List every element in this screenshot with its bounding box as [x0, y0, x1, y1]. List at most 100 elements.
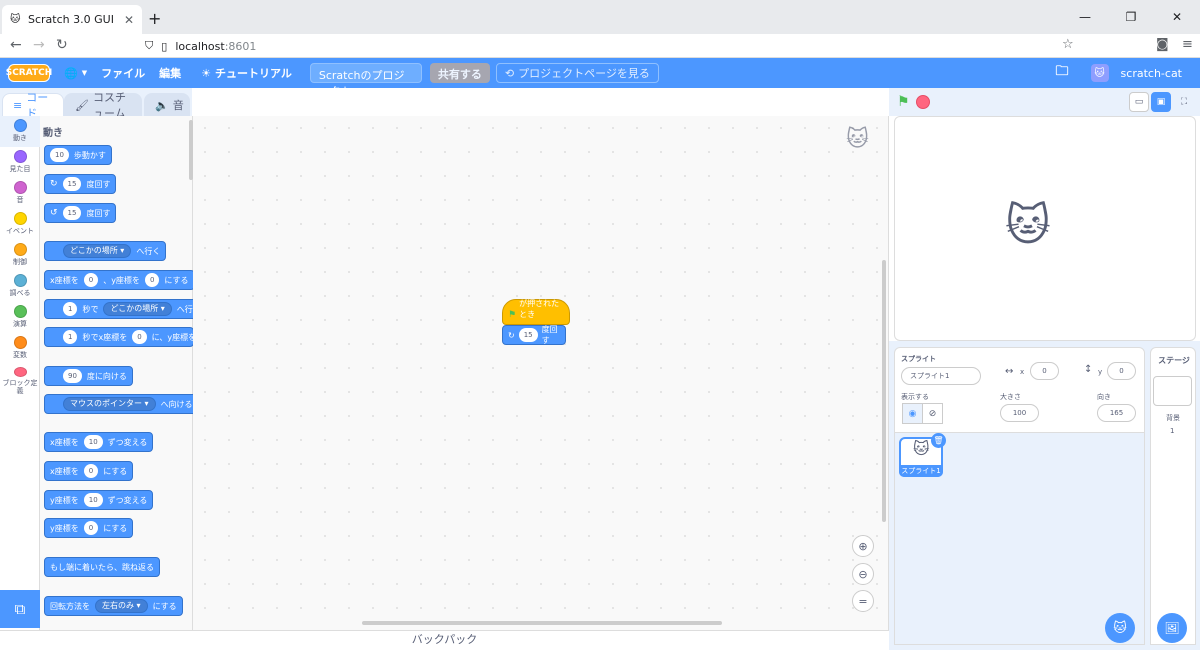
block-set-x[interactable]: x座標を 0 にする	[44, 461, 134, 481]
stage-thumbnail[interactable]	[1153, 376, 1192, 406]
avatar[interactable]: 🐱	[1090, 64, 1109, 82]
block-turn-left[interactable]: ↺ 15 度回す	[44, 203, 117, 223]
workspace-horizontal-scrollbar[interactable]	[362, 621, 722, 625]
stop-icon[interactable]	[916, 95, 930, 109]
category-item[interactable]: 変数	[0, 333, 40, 364]
block-input[interactable]: 10	[83, 493, 103, 507]
block-dropdown[interactable]: マウスのポインター ▾	[63, 397, 156, 411]
block-move-steps[interactable]: 10 歩動かす	[44, 145, 112, 165]
block-input[interactable]: 0	[83, 273, 99, 287]
show-sprite-toggle[interactable]: ◉	[902, 403, 923, 424]
block-dropdown[interactable]: 左右のみ ▾	[95, 599, 148, 613]
username[interactable]: scratch-cat	[1121, 67, 1182, 80]
category-item[interactable]: 見た目	[0, 147, 40, 178]
close-window-icon[interactable]: ✕	[1154, 0, 1200, 34]
size-input[interactable]: 100	[1000, 404, 1039, 422]
category-item[interactable]: 調べる	[0, 271, 40, 302]
block-bounce[interactable]: もし端に着いたら、跳ね返る	[44, 557, 160, 577]
bookmark-star-icon[interactable]: ☆	[1062, 37, 1074, 52]
block-goto[interactable]: どこかの場所 ▾ へ行く	[44, 241, 167, 261]
sprite-name-input[interactable]: スプライト1	[901, 367, 981, 385]
block-rotation-style[interactable]: 回転方法を 左右のみ ▾ にする	[44, 596, 183, 616]
menu-icon[interactable]: ≡	[1182, 37, 1193, 52]
script-workspace[interactable]	[193, 116, 889, 630]
project-title-input[interactable]: Scratchのプロジェクト	[309, 63, 422, 98]
back-icon[interactable]: ←	[10, 37, 22, 53]
edit-menu[interactable]: 編集	[159, 65, 181, 81]
block-goto-xy[interactable]: x座標を 0 、y座標を 0 にする	[44, 270, 195, 290]
zoom-in-button[interactable]: ⊕	[852, 535, 874, 557]
category-item[interactable]: 演算	[0, 302, 40, 333]
see-project-page-button[interactable]: ⟲ プロジェクトページを見る	[495, 63, 659, 83]
block-point-direction[interactable]: 90 度に向ける	[44, 366, 133, 386]
folder-icon[interactable]: 🗀	[1056, 62, 1069, 84]
category-item[interactable]: ブロック定義	[0, 364, 40, 395]
file-menu[interactable]: ファイル	[101, 65, 145, 81]
block-input[interactable]: 10	[50, 148, 69, 162]
when-flag-clicked-block[interactable]: ⚑ が押されたとき	[502, 299, 570, 325]
tab-costumes[interactable]: 🖌 コスチューム	[64, 91, 142, 120]
new-tab-icon[interactable]: +	[148, 9, 161, 28]
block-input[interactable]: 90	[63, 369, 82, 383]
add-sprite-button[interactable]: 🐱	[1105, 613, 1135, 643]
browser-tab[interactable]: 🐱 Scratch 3.0 GUI ✕	[2, 5, 142, 34]
block-change-x[interactable]: x座標を 10 ずつ変える	[44, 432, 154, 452]
tab-sounds[interactable]: 🔈 音	[144, 93, 190, 116]
pocket-icon[interactable]: ◙	[1156, 37, 1169, 52]
block-turn-right[interactable]: ↻ 15 度回す	[44, 174, 117, 194]
y-input[interactable]: 0	[1107, 362, 1136, 380]
large-stage-button[interactable]: ▣	[1151, 92, 1171, 112]
block-set-y[interactable]: y座標を 0 にする	[44, 518, 134, 538]
block-input[interactable]: 10	[83, 435, 103, 449]
workspace-vertical-scrollbar[interactable]	[882, 260, 886, 522]
workspace-turn-block[interactable]: ↻ 15 度回す	[502, 325, 566, 345]
reload-icon[interactable]: ↻	[56, 37, 68, 53]
green-flag-icon[interactable]: ⚑	[897, 94, 910, 110]
backpack-header[interactable]: バックパック	[0, 630, 889, 650]
close-tab-icon[interactable]: ✕	[124, 13, 134, 27]
restore-icon[interactable]: ❐	[1108, 0, 1154, 34]
block-dropdown[interactable]: どこかの場所 ▾	[63, 244, 132, 258]
block-point-towards[interactable]: マウスのポインター ▾ へ向ける	[44, 394, 199, 414]
category-item[interactable]: 制御	[0, 240, 40, 271]
block-text: y座標を	[50, 523, 79, 533]
category-item[interactable]: イベント	[0, 209, 40, 240]
block-change-y[interactable]: y座標を 10 ずつ変える	[44, 490, 154, 510]
minimize-icon[interactable]: —	[1062, 0, 1108, 34]
small-stage-button[interactable]: ▭	[1129, 92, 1149, 112]
size-label: 大きさ	[1000, 393, 1021, 401]
category-item[interactable]: 音	[0, 178, 40, 209]
block-input[interactable]: 1	[63, 330, 78, 344]
shield-icon[interactable]: ⛉	[145, 39, 153, 53]
hide-sprite-toggle[interactable]: ⊘	[922, 403, 943, 424]
block-input[interactable]: 0	[83, 521, 99, 535]
direction-input[interactable]: 165	[1097, 404, 1136, 422]
add-backdrop-button[interactable]: 🖼	[1157, 613, 1187, 643]
block-input[interactable]: 0	[132, 330, 147, 344]
block-input[interactable]: 15	[518, 328, 538, 342]
forward-icon[interactable]: →	[33, 37, 45, 53]
block-glide-xy[interactable]: 1 秒でx座標を 0 に、y座標を	[44, 327, 194, 347]
scratch-cat-icon[interactable]: 🐱	[1005, 200, 1051, 251]
zoom-out-button[interactable]: ⊖	[852, 563, 874, 585]
tab-code[interactable]: ≡ コード	[2, 91, 64, 120]
trash-icon[interactable]: 🗑	[931, 433, 946, 448]
url-field[interactable]: ⛉ ▯ localhost:8601	[145, 36, 1085, 56]
language-menu[interactable]: 🌐 ▼	[64, 67, 87, 80]
add-extension-button[interactable]: ⧉	[0, 590, 40, 628]
tutorials-menu[interactable]: ☀ チュートリアル	[201, 65, 292, 81]
block-dropdown[interactable]: どこかの場所 ▾	[103, 302, 172, 316]
category-item[interactable]: 動き	[0, 116, 40, 147]
share-button[interactable]: 共有する	[429, 63, 490, 83]
scratch-logo[interactable]: SCRATCH	[6, 64, 52, 82]
block-input[interactable]: 0	[144, 273, 160, 287]
block-input[interactable]: 15	[62, 206, 82, 220]
category-label: 音	[16, 196, 24, 204]
block-input[interactable]: 0	[83, 464, 99, 478]
block-input[interactable]: 15	[62, 177, 82, 191]
fullscreen-button[interactable]: ⛶	[1174, 92, 1194, 112]
zoom-reset-button[interactable]: =	[852, 590, 874, 612]
x-input[interactable]: 0	[1030, 362, 1059, 380]
block-input[interactable]: 1	[63, 302, 78, 316]
block-glide[interactable]: 1 秒で どこかの場所 ▾ へ行く	[44, 299, 207, 319]
